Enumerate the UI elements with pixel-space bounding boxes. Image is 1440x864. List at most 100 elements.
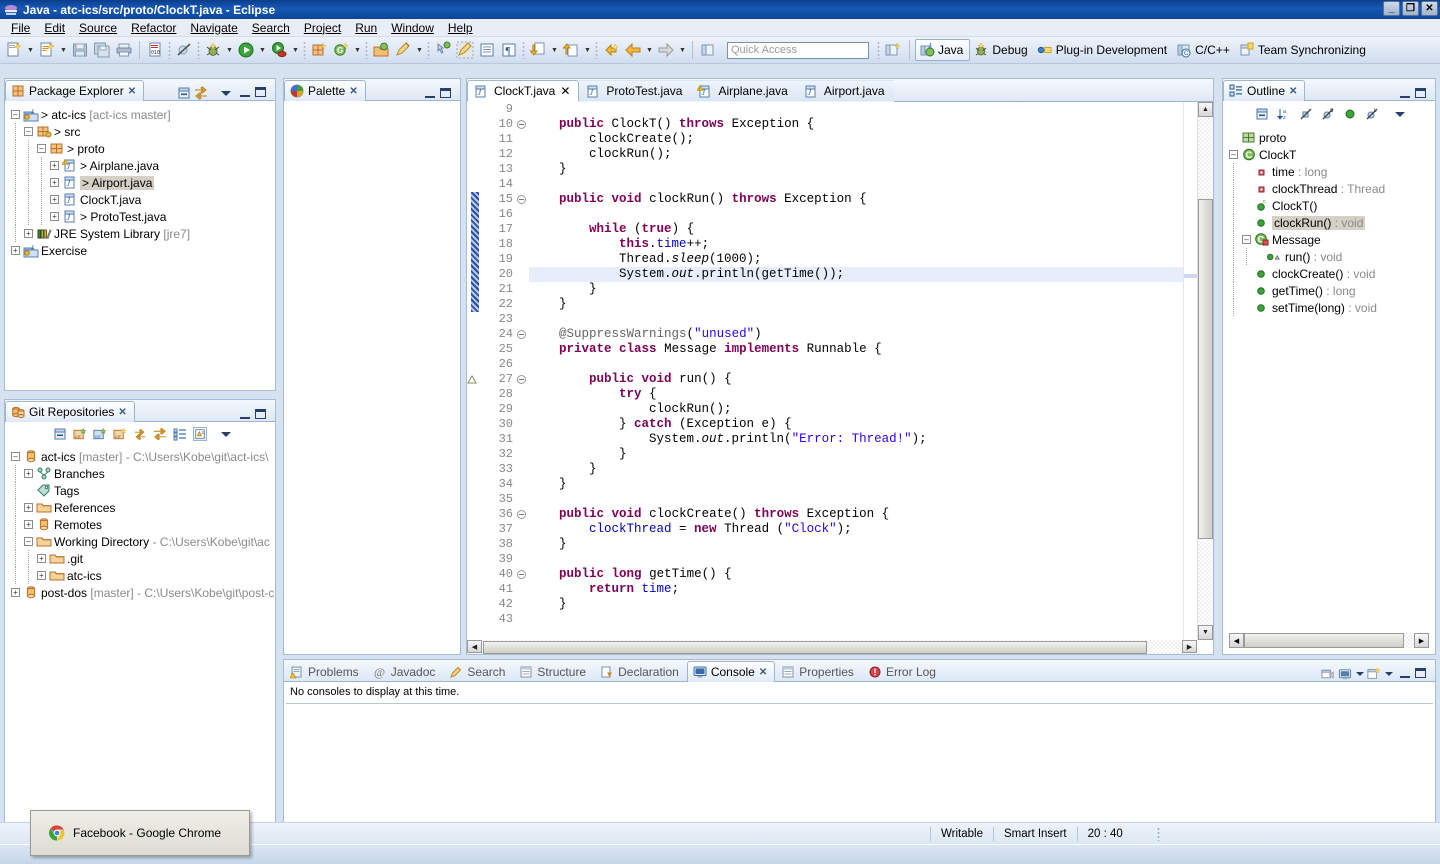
pilcrow-icon[interactable]: ¶ [498,39,520,61]
git-repositories-row[interactable]: +Branches [9,465,275,482]
minimize-icon[interactable] [240,410,250,419]
code-line[interactable]: Thread.sleep(1000); [529,252,1183,267]
collapse-all-icon[interactable] [177,86,191,100]
restore-button[interactable]: ❐ [1402,1,1419,16]
tree-expander-plus[interactable]: + [48,193,61,206]
editor-tabstrip[interactable]: JClockT.java✕JProtoTest.javaJ!Airplane.j… [467,79,1213,102]
outline-tabstrip[interactable]: Outline ✕ [1223,79,1435,101]
package-explorer-tabstrip[interactable]: Package Explorer ✕ [5,79,275,101]
code-line[interactable] [529,552,1183,567]
perspective-debug[interactable]: Debug [970,39,1033,61]
outline-row[interactable]: clockRun() : void [1227,214,1435,231]
tree-expander-plus[interactable]: + [48,159,61,172]
bottom-tab-structure[interactable]: Structure [513,661,594,682]
tree-expander-minus[interactable]: – [22,535,35,548]
run-external-dropdown-icon[interactable]: ▼ [290,39,301,61]
back-history-dropdown-icon[interactable]: ▼ [644,39,655,61]
close-icon[interactable]: ✕ [349,86,357,97]
close-icon[interactable]: ✕ [118,407,126,418]
tab-git-repositories[interactable]: Git Repositories ✕ [5,401,135,422]
git-repositories-row[interactable]: –act-ics [master] - C:\Users\Kobe\git\ac… [9,448,275,465]
code-line[interactable]: clockCreate(); [529,132,1183,147]
bottom-tab-error-log[interactable]: Error Log [862,661,944,682]
code-line[interactable]: while (true) { [529,222,1183,237]
code-line[interactable] [529,492,1183,507]
menu-item-refactor[interactable]: Refactor [124,20,183,36]
back-history-icon[interactable] [622,39,644,61]
tree-expander-plus[interactable]: + [35,569,48,582]
scroll-up-button[interactable]: ▲ [1198,102,1213,117]
scroll-thumb[interactable] [483,641,1147,654]
bottom-tab-problems[interactable]: Problems [284,661,367,682]
code-line[interactable] [529,612,1183,627]
outline-row[interactable]: –CClockT [1227,146,1435,163]
refresh-icon[interactable] [133,427,147,441]
tab-package-explorer[interactable]: Package Explorer ✕ [5,80,144,101]
main-toolbar[interactable]: ▼ ▼ 010 ▼ ▼ ▼ [0,37,1440,64]
package-explorer-row[interactable]: +JClockT.java [9,191,275,208]
link-with-editor-icon[interactable] [194,86,208,100]
create-repository-icon[interactable]: GIT [113,427,127,441]
menu-item-search[interactable]: Search [245,20,297,36]
editor-horizontal-scrollbar[interactable]: ◀ ▶ [467,640,1197,654]
tree-expander-plus[interactable]: + [9,586,22,599]
collapse-all-icon[interactable] [1255,107,1269,121]
close-icon[interactable]: ✕ [1289,86,1297,97]
outline-row[interactable]: run() : void [1227,248,1435,265]
tree-expander-plus[interactable]: + [22,518,35,531]
tab-outline[interactable]: Outline ✕ [1223,80,1305,101]
scroll-track[interactable] [1244,633,1414,648]
run-dropdown-icon[interactable]: ▼ [257,39,268,61]
perspective-plugin-development[interactable]: Plug-in Development [1034,39,1173,61]
outline-row[interactable]: cClockT() [1227,197,1435,214]
tree-expander-plus[interactable]: + [48,210,61,223]
maximize-icon[interactable] [255,409,266,419]
scroll-right-button[interactable]: ▶ [1182,640,1197,653]
git-repositories-row[interactable]: +atc-ics [9,567,275,584]
show-whitespace-icon[interactable] [476,39,498,61]
bottom-tab-declaration[interactable]: Declaration [594,661,687,682]
outline-row[interactable]: clockThread : Thread [1227,180,1435,197]
code-line[interactable]: private class Message implements Runnabl… [529,342,1183,357]
debug-icon[interactable] [202,39,224,61]
new-java-package-icon[interactable] [308,39,330,61]
new-wizard-icon[interactable] [3,39,25,61]
minimize-icon[interactable] [1400,89,1410,98]
code-line[interactable]: System.out.println(getTime()); [529,267,1183,282]
hide-fields-icon[interactable] [1299,107,1313,121]
editor-tab-airplane-java[interactable]: J!Airplane.java [691,80,796,102]
minimize-icon[interactable] [240,88,250,97]
toggle-breakpoint-icon[interactable]: 010 [144,39,166,61]
maximize-icon[interactable] [1415,88,1426,98]
console-toolbar[interactable] [1321,667,1435,681]
code-line[interactable]: } [529,597,1183,612]
view-menu-icon[interactable] [1393,107,1407,121]
previous-edit-dropdown-icon[interactable]: ▼ [582,39,593,61]
fold-toggle-icon[interactable] [517,510,526,519]
outline-row[interactable]: clockCreate() : void [1227,265,1435,282]
bottom-tab-javadoc[interactable]: @Javadoc [367,661,444,682]
maximize-icon[interactable] [440,88,451,98]
open-perspective-small-icon[interactable] [697,39,719,61]
code-line[interactable]: } catch (Exception e) { [529,417,1183,432]
code-line[interactable]: } [529,477,1183,492]
forward-icon[interactable] [655,39,677,61]
code-line[interactable]: clockRun(); [529,402,1183,417]
save-icon[interactable] [69,39,91,61]
outline-horizontal-scrollbar[interactable]: ◀ ▶ [1229,632,1429,649]
tree-expander-minus[interactable]: – [22,125,35,138]
hide-static-icon[interactable]: S [1321,107,1335,121]
forward-dropdown-icon[interactable]: ▼ [677,39,688,61]
code-line[interactable]: public ClockT() throws Exception { [529,117,1183,132]
maximize-icon[interactable] [255,87,266,97]
fold-toggle-icon[interactable] [517,375,526,384]
bottom-tab-properties[interactable]: Properties [775,661,862,682]
tree-expander-plus[interactable]: + [22,467,35,480]
package-explorer-toolbar[interactable] [177,86,275,100]
outline-toolbar[interactable]: az S L [1223,101,1435,127]
previous-edit-location-icon[interactable] [560,39,582,61]
chevron-down-icon-2[interactable] [1384,667,1393,681]
view-menu-icon[interactable] [219,86,233,100]
perspective-team-synchronizing[interactable]: Team Synchronizing [1236,39,1372,61]
menu-item-window[interactable]: Window [384,20,441,36]
